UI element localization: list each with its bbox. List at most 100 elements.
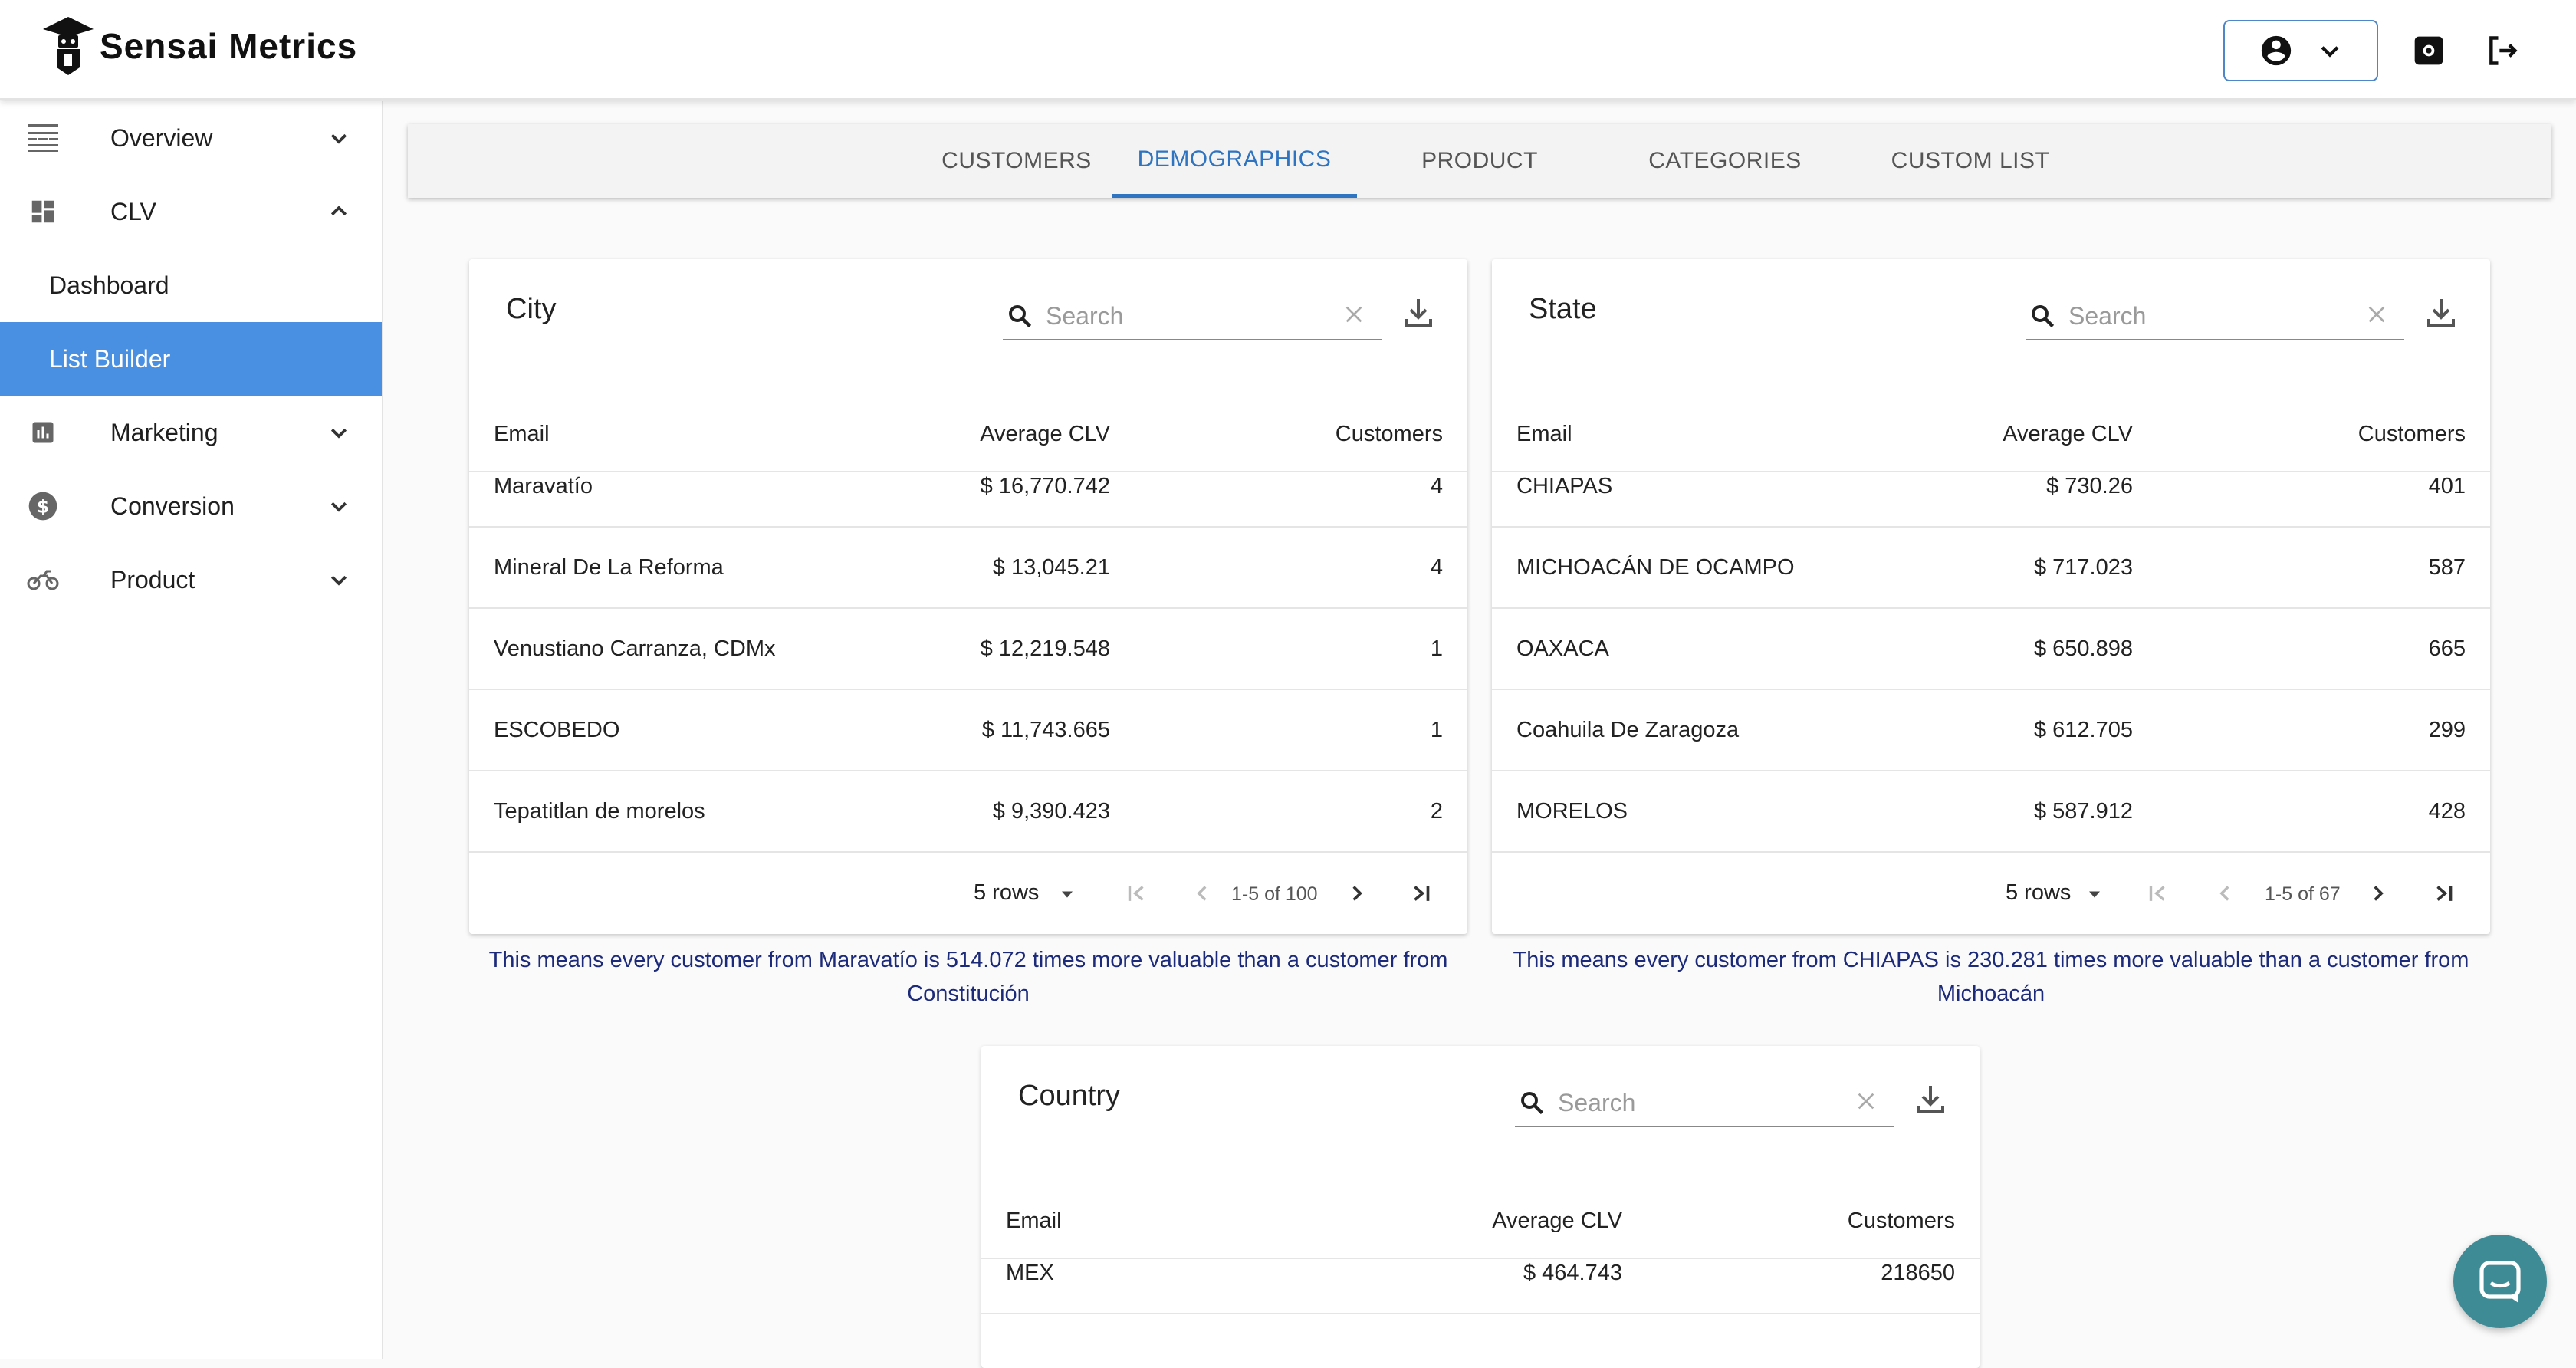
cell-country: MEX — [1006, 1261, 1054, 1285]
clear-icon[interactable] — [1854, 1089, 1878, 1113]
cell-average-clv: $ 12,219.548 — [980, 636, 1110, 661]
cell-customers: 299 — [2428, 718, 2466, 742]
previous-page-icon[interactable] — [2208, 876, 2242, 910]
cell-city: Tepatitlan de morelos — [494, 799, 705, 824]
page-range: 1-5 of 100 — [1231, 883, 1318, 905]
search-input[interactable]: Search — [1003, 291, 1382, 340]
sidebar-item-clv[interactable]: CLV — [0, 175, 382, 248]
chevron-up-icon — [322, 195, 356, 229]
chevron-down-icon — [322, 563, 356, 597]
cell-customers: 4 — [1430, 555, 1443, 580]
column-header-email[interactable]: Email — [1516, 422, 1572, 447]
cell-state: OAXACA — [1516, 636, 1609, 661]
chat-launcher-button[interactable] — [2453, 1235, 2547, 1328]
table-row[interactable]: OAXACA $ 650.898 665 — [1492, 609, 2490, 690]
column-header-customers[interactable]: Customers — [1336, 422, 1443, 447]
search-placeholder: Search — [1558, 1089, 1636, 1116]
user-menu-button[interactable] — [2223, 20, 2378, 81]
app-name: Sensai Metrics — [100, 26, 358, 66]
chevron-down-icon — [2321, 46, 2339, 58]
next-page-icon[interactable] — [1340, 876, 1374, 910]
cell-average-clv: $ 11,743.665 — [981, 718, 1110, 742]
sidebar-item-list-builder[interactable]: List Builder — [0, 322, 382, 396]
search-input[interactable]: Search — [1515, 1078, 1894, 1127]
top-bar: Sensai Metrics — [0, 0, 2576, 100]
column-header-customers[interactable]: Customers — [1848, 1209, 1955, 1234]
card-title: Country — [1018, 1080, 1121, 1112]
sidebar-item-conversion[interactable]: $ Conversion — [0, 469, 382, 543]
sidebar-item-label: CLV — [110, 197, 156, 225]
download-icon[interactable] — [2423, 294, 2459, 331]
table-row[interactable]: MEX $ 464.743 218650 — [981, 1233, 1980, 1314]
table-row[interactable]: MORELOS $ 587.912 428 — [1492, 771, 2490, 853]
rows-per-page-select[interactable]: 5 rows — [974, 880, 1039, 906]
cell-customers: 665 — [2428, 636, 2466, 661]
rows-per-page-select[interactable]: 5 rows — [2006, 880, 2071, 906]
page-range: 1-5 of 67 — [2265, 883, 2341, 905]
card-title: State — [1529, 293, 1597, 325]
sidebar-item-dashboard[interactable]: Dashboard — [0, 248, 382, 322]
clear-icon[interactable] — [2364, 302, 2389, 327]
sidebar-item-product[interactable]: Product — [0, 543, 382, 617]
sidebar: Overview CLV Dashboard List Builder Mark… — [0, 101, 383, 1359]
last-page-icon[interactable] — [1405, 876, 1438, 910]
logout-icon[interactable] — [2482, 31, 2522, 71]
search-placeholder: Search — [1046, 302, 1124, 330]
city-insight-note: This means every customer from Maravatío… — [488, 948, 1448, 1006]
table-row[interactable]: MICHOACÁN DE OCAMPO $ 717.023 587 — [1492, 528, 2490, 609]
column-header-customers[interactable]: Customers — [2358, 422, 2466, 447]
svg-text:$: $ — [37, 495, 49, 517]
overview-icon — [26, 121, 60, 155]
download-icon[interactable] — [1400, 294, 1437, 331]
sidebar-item-overview[interactable]: Overview — [0, 101, 382, 175]
column-header-email[interactable]: Email — [1006, 1209, 1062, 1234]
column-header-average-clv[interactable]: Average CLV — [2003, 422, 2133, 447]
cell-customers: 401 — [2428, 474, 2466, 498]
first-page-icon[interactable] — [2141, 876, 2174, 910]
table-row[interactable]: Maravatío $ 16,770.742 4 — [469, 446, 1467, 528]
download-icon[interactable] — [1912, 1081, 1949, 1118]
sidebar-item-label: Product — [110, 565, 196, 594]
tab-categories[interactable]: CATEGORIES — [1602, 124, 1848, 198]
sidebar-item-label: Marketing — [110, 418, 219, 446]
cell-state: Coahuila De Zaragoza — [1516, 718, 1740, 742]
table-row[interactable]: CHIAPAS $ 730.26 401 — [1492, 446, 2490, 528]
next-page-icon[interactable] — [2361, 876, 2395, 910]
cell-average-clv: $ 730.26 — [2046, 474, 2133, 498]
table-row[interactable]: ESCOBEDO $ 11,743.665 1 — [469, 690, 1467, 771]
search-input[interactable]: Search — [2026, 291, 2404, 340]
column-header-average-clv[interactable]: Average CLV — [1492, 1209, 1622, 1234]
first-page-icon[interactable] — [1119, 876, 1153, 910]
tab-customers[interactable]: CUSTOMERS — [892, 124, 1141, 198]
cell-customers: 1 — [1430, 718, 1443, 742]
table-row[interactable]: Tepatitlan de morelos $ 9,390.423 2 — [469, 771, 1467, 853]
settings-icon[interactable] — [2409, 31, 2449, 71]
table-row[interactable]: Venustiano Carranza, CDMx $ 12,219.548 1 — [469, 609, 1467, 690]
clear-icon[interactable] — [1342, 302, 1366, 327]
sidebar-item-marketing[interactable]: Marketing — [0, 396, 382, 469]
last-page-icon[interactable] — [2427, 876, 2461, 910]
tab-product[interactable]: PRODUCT — [1357, 124, 1602, 198]
sidebar-item-label: Conversion — [110, 492, 235, 520]
cell-average-clv: $ 612.705 — [2033, 718, 2133, 742]
tab-custom-list[interactable]: CUSTOM LIST — [1848, 124, 2093, 198]
caret-down-icon[interactable] — [2084, 883, 2105, 905]
previous-page-icon[interactable] — [1185, 876, 1219, 910]
tab-demographics[interactable]: DEMOGRAPHICS — [1112, 124, 1357, 198]
table-row[interactable]: Mineral De La Reforma $ 13,045.21 4 — [469, 528, 1467, 609]
cell-city: ESCOBEDO — [494, 718, 620, 742]
logo[interactable]: Sensai Metrics — [41, 14, 357, 78]
cell-city: Venustiano Carranza, CDMx — [494, 636, 776, 661]
column-header-email[interactable]: Email — [494, 422, 550, 447]
column-header-average-clv[interactable]: Average CLV — [980, 422, 1110, 447]
cell-average-clv: $ 16,770.742 — [980, 474, 1110, 498]
cell-state: MORELOS — [1516, 799, 1628, 824]
search-icon — [1521, 1092, 1544, 1115]
tab-bar: CUSTOMERS DEMOGRAPHICS PRODUCT CATEGORIE… — [408, 124, 2551, 198]
sidebar-item-label: Overview — [110, 123, 213, 152]
account-circle-icon — [2261, 35, 2292, 66]
state-table-card: State Search Email Average CLV Customers… — [1492, 259, 2490, 934]
chevron-down-icon — [322, 489, 356, 523]
caret-down-icon[interactable] — [1056, 883, 1078, 905]
table-row[interactable]: Coahuila De Zaragoza $ 612.705 299 — [1492, 690, 2490, 771]
